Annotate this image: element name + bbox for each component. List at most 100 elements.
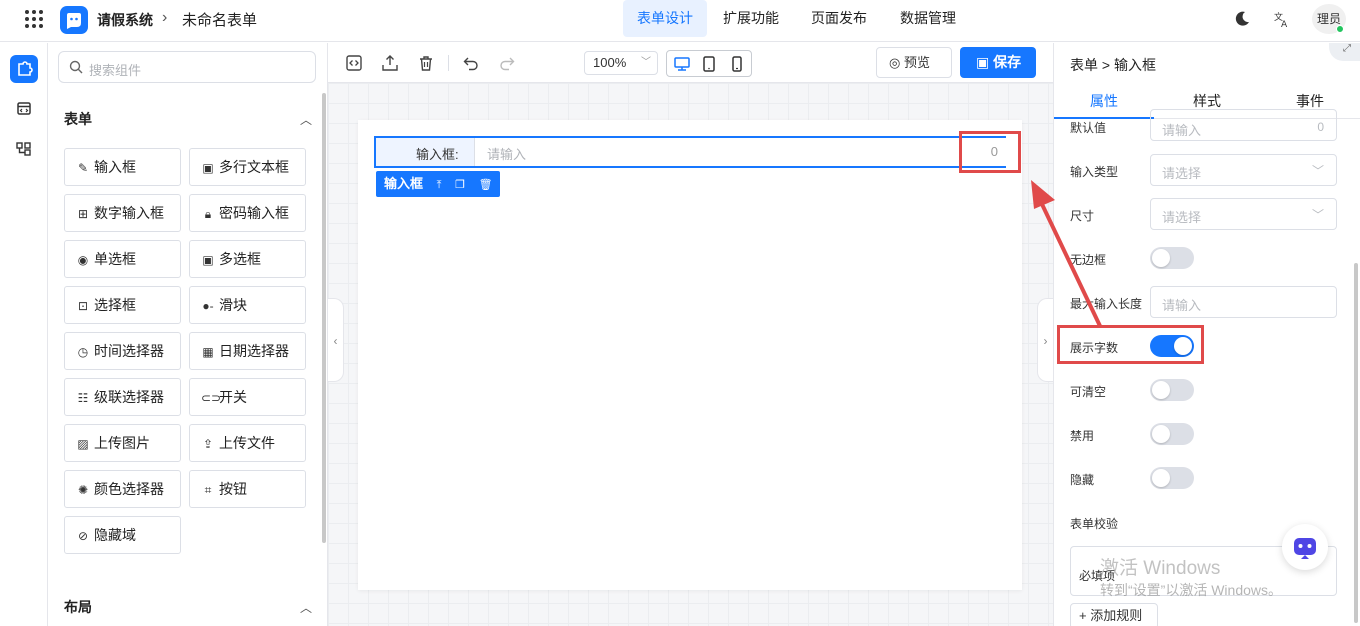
tab-extensions[interactable]: 扩展功能 bbox=[709, 0, 793, 37]
desktop-icon[interactable] bbox=[673, 55, 691, 73]
search-input[interactable]: 搜索组件 bbox=[89, 60, 141, 79]
rail-structure-button[interactable] bbox=[10, 135, 38, 163]
comp-hidden-field[interactable]: ⊘ 隐藏域 bbox=[64, 516, 181, 554]
activation-watermark-title: 激活 Windows bbox=[1100, 558, 1221, 579]
redo-icon[interactable] bbox=[498, 54, 516, 72]
highlight-char-count bbox=[959, 131, 1021, 173]
toolbar-divider bbox=[448, 55, 449, 71]
comp-password-input[interactable]: 🔒︎ 密码输入框 bbox=[189, 194, 306, 232]
move-top-icon[interactable]: ⤒ bbox=[437, 172, 442, 198]
component-search[interactable]: 搜索组件 bbox=[58, 51, 316, 83]
field-label: 输入框: bbox=[416, 147, 459, 162]
comp-radio[interactable]: ◉ 单选框 bbox=[64, 240, 181, 278]
calendar-icon: ▦ bbox=[202, 345, 214, 359]
svg-text:A: A bbox=[1281, 20, 1288, 29]
slider-icon: ●- bbox=[202, 299, 214, 313]
select-icon: ⊡ bbox=[77, 299, 89, 313]
text-area-icon: ▣ bbox=[202, 161, 214, 175]
clearable-label: 可清空 bbox=[1070, 385, 1107, 399]
default-value-input[interactable]: 请输入 0 bbox=[1150, 109, 1337, 141]
preview-button[interactable]: ◎ 预览 bbox=[876, 47, 952, 78]
chevron-left-icon: ‹ bbox=[333, 334, 338, 348]
add-rule-button[interactable]: + 添加规则 bbox=[1070, 603, 1158, 626]
hidden-toggle[interactable] bbox=[1150, 467, 1194, 489]
rail-components-button[interactable] bbox=[10, 55, 38, 83]
chevron-up-icon[interactable]: ︿ bbox=[300, 599, 312, 616]
component-panel-scrollbar[interactable] bbox=[322, 93, 326, 543]
dark-mode-moon-icon[interactable] bbox=[1232, 9, 1252, 29]
max-length-input[interactable]: 请输入 bbox=[1150, 286, 1337, 318]
borderless-toggle[interactable] bbox=[1150, 247, 1194, 269]
robot-icon bbox=[1294, 538, 1316, 559]
code-window-icon bbox=[17, 102, 31, 115]
mobile-icon[interactable] bbox=[728, 55, 746, 73]
layout-section-title: 布局 bbox=[64, 599, 92, 615]
borderless-label: 无边框 bbox=[1070, 253, 1107, 267]
comp-checkbox[interactable]: ▣ 多选框 bbox=[189, 240, 306, 278]
comp-upload-file[interactable]: ⇪ 上传文件 bbox=[189, 424, 306, 462]
trash-icon[interactable] bbox=[417, 54, 435, 72]
expand-corner-icon[interactable]: ⤢ bbox=[1329, 43, 1360, 61]
translate-icon[interactable]: 文A bbox=[1272, 9, 1292, 29]
canvas-toolbar: 100% ﹀ ◎ 预览 ▣ 保存 bbox=[328, 43, 1053, 83]
code-icon[interactable] bbox=[345, 54, 363, 72]
clearable-toggle[interactable] bbox=[1150, 379, 1194, 401]
tab-data-management[interactable]: 数据管理 bbox=[886, 0, 970, 37]
input-type-label: 输入类型 bbox=[1070, 165, 1119, 179]
disabled-toggle[interactable] bbox=[1150, 423, 1194, 445]
comp-time-picker[interactable]: ◷ 时间选择器 bbox=[64, 332, 181, 370]
validation-label: 表单校验 bbox=[1070, 517, 1119, 531]
switch-icon: ⊂⊃ bbox=[201, 391, 222, 405]
preview-eye-icon: ◎ bbox=[889, 55, 904, 70]
pencil-icon: ✎ bbox=[77, 161, 89, 175]
props-breadcrumb: 表单 > 输入框 bbox=[1070, 57, 1156, 73]
tablet-icon[interactable] bbox=[700, 55, 718, 73]
collapse-left-panel-button[interactable]: ‹ bbox=[328, 298, 344, 382]
comp-switch[interactable]: ⊂⊃开关 bbox=[189, 378, 306, 416]
rail-code-button[interactable] bbox=[10, 95, 38, 123]
comp-slider[interactable]: ●- 滑块 bbox=[189, 286, 306, 324]
upload-icon: ⇪ bbox=[202, 437, 214, 451]
comp-number-input[interactable]: ⊞ 数字输入框 bbox=[64, 194, 181, 232]
chevron-right-icon: › bbox=[1043, 334, 1048, 348]
delete-icon[interactable]: 🗑︎ bbox=[479, 172, 493, 198]
size-select[interactable]: 请选择 ﹀ bbox=[1150, 198, 1337, 230]
copy-icon[interactable]: ❐ bbox=[455, 172, 465, 198]
comp-upload-image[interactable]: ▨ 上传图片 bbox=[64, 424, 181, 462]
app-logo bbox=[60, 6, 88, 34]
search-icon bbox=[69, 60, 83, 74]
field-placeholder: 请输入 bbox=[487, 147, 527, 162]
input-type-select[interactable]: 请选择 ﹀ bbox=[1150, 154, 1337, 186]
default-value-label: 默认值 bbox=[1070, 121, 1107, 135]
left-icon-rail bbox=[0, 43, 48, 626]
export-icon[interactable] bbox=[381, 54, 399, 72]
collapse-right-panel-button[interactable]: › bbox=[1037, 298, 1053, 382]
field-input[interactable]: 请输入 0 bbox=[474, 138, 1008, 166]
zoom-select[interactable]: 100% ﹀ bbox=[584, 51, 658, 75]
apps-grid-icon[interactable] bbox=[24, 9, 44, 29]
tab-properties[interactable]: 属性 bbox=[1054, 85, 1154, 119]
selected-input-field[interactable]: 输入框: 请输入 0 bbox=[374, 136, 1008, 168]
comp-color-picker[interactable]: ✺ 颜色选择器 bbox=[64, 470, 181, 508]
comp-cascader[interactable]: ☷ 级联选择器 bbox=[64, 378, 181, 416]
save-button[interactable]: ▣ 保存 bbox=[960, 47, 1036, 78]
comp-button[interactable]: ⌗ 按钮 bbox=[189, 470, 306, 508]
activation-watermark-subtitle: 转到“设置”以激活 Windows。 bbox=[1100, 582, 1283, 598]
comp-date-picker[interactable]: ▦ 日期选择器 bbox=[189, 332, 306, 370]
assistant-robot-button[interactable] bbox=[1282, 524, 1328, 570]
comp-select[interactable]: ⊡ 选择框 bbox=[64, 286, 181, 324]
save-disk-icon: ▣ bbox=[976, 54, 994, 70]
tab-form-design[interactable]: 表单设计 bbox=[623, 0, 707, 37]
properties-scrollbar[interactable] bbox=[1354, 263, 1358, 623]
app-name[interactable]: 请假系统 bbox=[97, 10, 153, 30]
chevron-up-icon[interactable]: ︿ bbox=[300, 111, 312, 128]
tab-publish[interactable]: 页面发布 bbox=[797, 0, 881, 37]
form-name[interactable]: 未命名表单 bbox=[182, 9, 257, 30]
online-status-dot bbox=[1336, 25, 1344, 33]
hidden-label: 隐藏 bbox=[1070, 473, 1095, 487]
comp-input[interactable]: ✎ 输入框 bbox=[64, 148, 181, 186]
number-icon: ⊞ bbox=[77, 207, 89, 221]
undo-icon[interactable] bbox=[462, 54, 480, 72]
comp-textarea[interactable]: ▣ 多行文本框 bbox=[189, 148, 306, 186]
cascader-icon: ☷ bbox=[77, 391, 89, 405]
